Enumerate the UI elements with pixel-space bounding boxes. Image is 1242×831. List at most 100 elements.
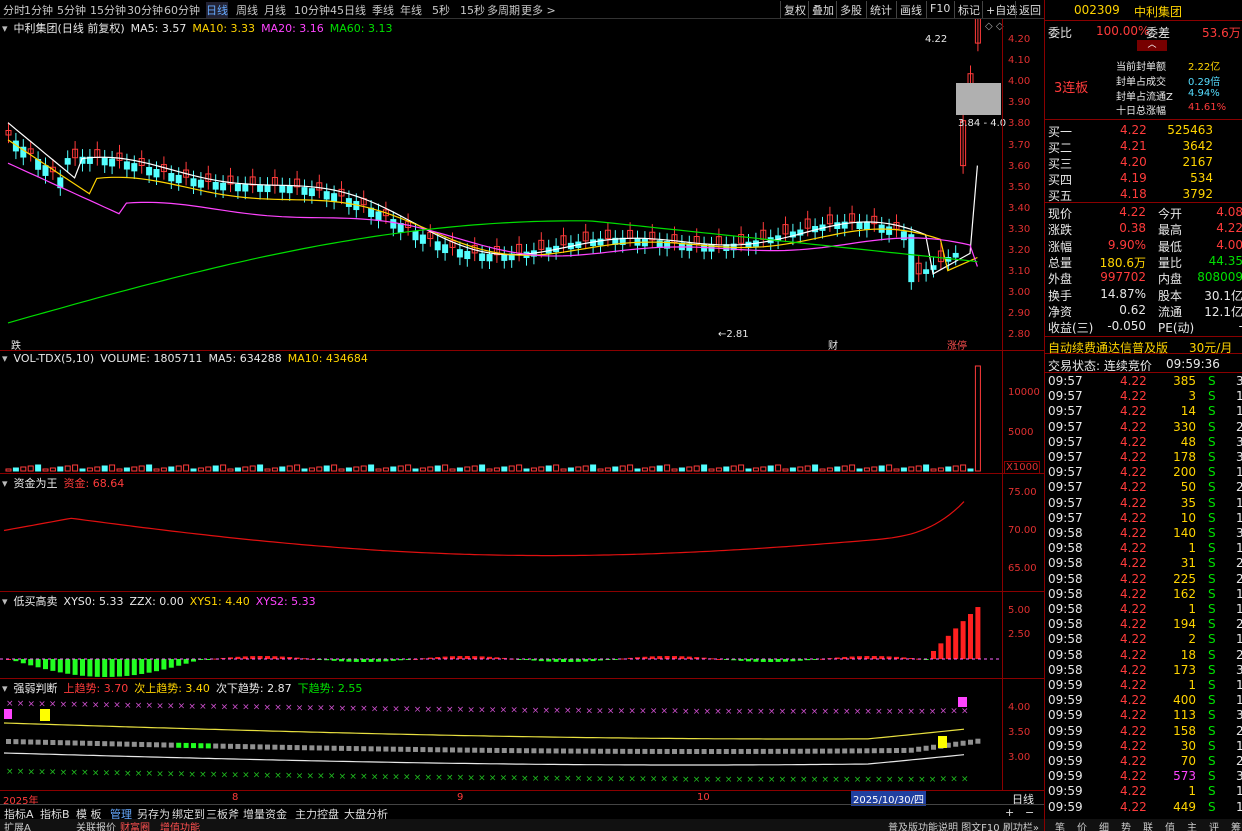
tick-count: 2 [1236, 754, 1242, 768]
quote-tab-2[interactable]: 细 [1099, 819, 1109, 831]
volume-bar [471, 465, 478, 472]
strength-chart[interactable]: ××××××××××××××××××××××××××××××××××××××××… [0, 679, 1044, 790]
tick-time: 09:57 [1048, 480, 1083, 495]
zoom-out-button[interactable]: − [1025, 806, 1034, 819]
period-tab-15[interactable]: 多周期 [487, 2, 520, 18]
low-buy-panel[interactable]: ▾ 低买高卖 XYS0: 5.33 ZZX: 0.00 XYS1: 4.40 XYS2: … [0, 592, 1044, 678]
candle-body [345, 198, 352, 207]
quote-tab-0[interactable]: 笔 [1055, 819, 1065, 831]
quote-tab-5[interactable]: 值 [1165, 819, 1175, 831]
extension-tab-2[interactable]: 财富圈 [120, 819, 150, 831]
fund-panel[interactable]: ▾ 资金为王 资金: 68.64 75.00 70.00 65.00 [0, 474, 1044, 591]
volume-bar [42, 468, 49, 472]
strength-panel[interactable]: ▾ 强弱判断 上趋势: 3.70 次上趋势: 3.40 次下趋势: 2.87 下趋势: 2… [0, 679, 1044, 790]
volume-chart[interactable] [0, 351, 1044, 473]
strength-block [339, 745, 344, 751]
period-tab-4[interactable]: 30分钟 [127, 2, 163, 18]
y-tick-label: 65.00 [1008, 563, 1037, 574]
tick-row: 09:58 4.22 31 S 2 [1048, 556, 1242, 571]
collapse-arrow-icon[interactable]: ︿ [1137, 40, 1167, 51]
up-trend-mark: × [392, 705, 400, 715]
up-trend-mark: × [929, 707, 937, 717]
volume-bar [523, 468, 530, 472]
ma-line [7, 122, 978, 275]
quote-tab-3[interactable]: 势 [1121, 819, 1131, 831]
up-trend-mark: × [897, 707, 905, 717]
diamond-icon[interactable]: ◇ ◇ [985, 21, 1004, 32]
period-tab-14[interactable]: 15秒 [460, 2, 485, 18]
status-right-links[interactable]: 普及版功能说明 图文F10 刷功栏» [888, 819, 1039, 831]
zoom-in-button[interactable]: + [1005, 806, 1014, 819]
bid-label: 买一 [1048, 125, 1073, 139]
tick-volume: 50 [1180, 480, 1196, 495]
tick-price: 4.22 [1120, 465, 1147, 480]
extension-tab-0[interactable]: 扩展A [4, 819, 31, 831]
strength-block [649, 748, 655, 754]
strength-block [35, 739, 41, 745]
up-trend-mark: × [746, 707, 754, 717]
quote-tab-7[interactable]: 评 [1209, 819, 1219, 831]
toolbar-button-8[interactable]: 返回 [1015, 1, 1044, 18]
quote-tab-6[interactable]: 主 [1187, 819, 1197, 831]
tick-side: S [1208, 738, 1216, 753]
volume-bar [752, 467, 759, 472]
period-tab-1[interactable]: 1分钟 [24, 2, 53, 18]
quote-tab-1[interactable]: 价 [1077, 819, 1087, 831]
period-tab-11[interactable]: 季线 [372, 2, 394, 18]
down-trend-mark: × [457, 773, 465, 783]
tick-side: S [1208, 647, 1216, 662]
period-tab-7[interactable]: 周线 [236, 2, 258, 18]
period-tab-5[interactable]: 60分钟 [164, 2, 200, 18]
period-tab-13[interactable]: 5秒 [432, 2, 450, 18]
quote-tab-4[interactable]: 联 [1143, 819, 1153, 831]
extension-tab-1[interactable]: 关联报价 [76, 819, 116, 831]
main-chart-panel[interactable]: ▾ 中利集团(日线 前复权) MA5: 3.57 MA10: 3.33 MA20: 3.… [0, 19, 1044, 352]
ad-text: 自动续费通达信普及版 [1048, 341, 1169, 355]
period-tab-0[interactable]: 分时 [3, 2, 25, 18]
volume-bar [849, 464, 856, 472]
volume-bar [183, 464, 190, 472]
period-tab-12[interactable]: 年线 [400, 2, 422, 18]
strength-block [146, 742, 152, 748]
strength-block [901, 747, 907, 753]
period-tab-8[interactable]: 月线 [264, 2, 286, 18]
toolbar-button-0[interactable]: 复权 [780, 1, 809, 18]
toolbar-button-2[interactable]: 多股 [836, 1, 865, 18]
toolbar-button-3[interactable]: 统计 [866, 1, 895, 18]
period-tab-9[interactable]: 10分钟 [294, 2, 330, 18]
toolbar-button-5[interactable]: F10 [926, 1, 953, 18]
stats-row: 总量 180.6万 量比 44.35 [1048, 254, 1242, 270]
up-trend-mark: × [27, 699, 35, 709]
seal-float-label: 封单占流通Z [1116, 92, 1173, 103]
volume-panel[interactable]: ▾ VOL-TDX(5,10) VOLUME: 1805711 MA5: 634288… [0, 351, 1044, 474]
toolbar-button-6[interactable]: 标记 [954, 1, 983, 18]
period-tab-2[interactable]: 5分钟 [57, 2, 86, 18]
extension-tab-3[interactable]: 增值功能 [160, 819, 200, 831]
up-trend-mark: × [328, 704, 336, 714]
tick-count: 2 [1236, 556, 1242, 571]
ad-banner[interactable]: 自动续费通达信普及版 30元/月 [1045, 336, 1242, 355]
up-trend-mark: × [285, 703, 293, 713]
quote-tab-8[interactable]: 筹 [1231, 819, 1241, 831]
bid-volume: 525463 [1167, 123, 1213, 137]
volume-bar [804, 465, 811, 472]
period-tab-6[interactable]: 日线 [206, 2, 228, 18]
down-trend-mark: × [789, 775, 797, 785]
candlestick-chart[interactable] [0, 19, 1044, 350]
volume-bar [279, 466, 286, 472]
toolbar-button-4[interactable]: 画线 [896, 1, 925, 18]
fund-chart[interactable] [0, 474, 1044, 591]
period-tab-3[interactable]: 15分钟 [90, 2, 126, 18]
period-tab-10[interactable]: 45日线 [330, 2, 366, 18]
tick-time: 09:57 [1048, 434, 1083, 449]
period-tab-16[interactable]: 更多 > [521, 2, 556, 18]
strength-block [450, 747, 455, 753]
candle-body [175, 174, 182, 184]
strength-block [257, 744, 263, 750]
down-trend-mark: × [961, 775, 969, 785]
volume-bar [353, 466, 360, 472]
tick-volume: 449 [1173, 799, 1196, 814]
low-buy-chart[interactable] [0, 592, 1044, 678]
up-trend-mark: × [253, 703, 261, 713]
toolbar-button-1[interactable]: 叠加 [808, 1, 837, 18]
